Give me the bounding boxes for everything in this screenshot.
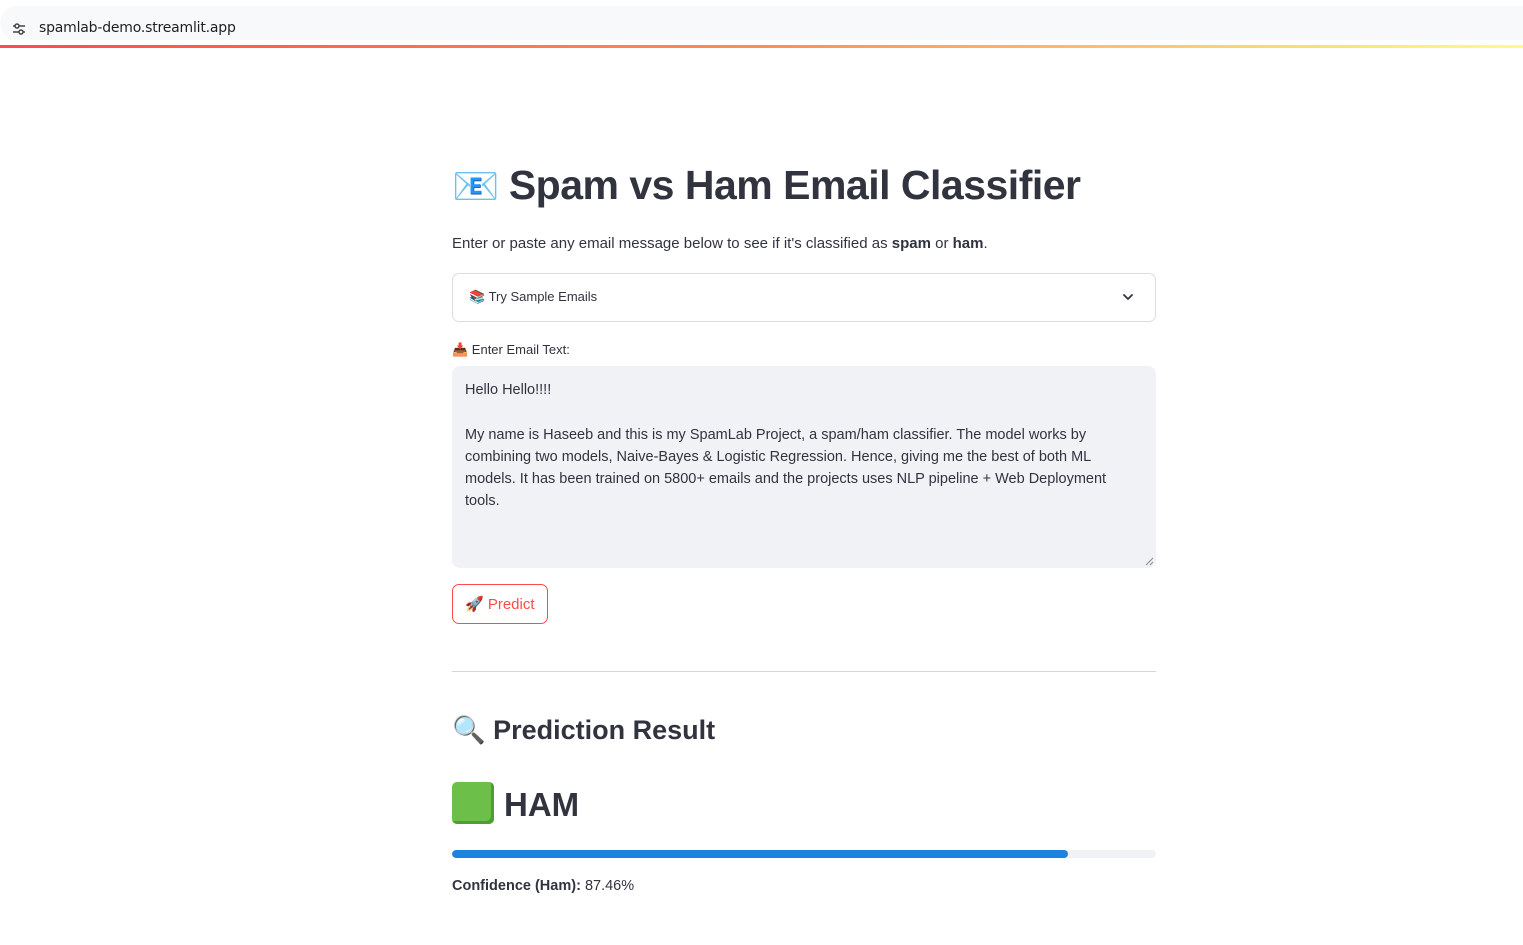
description-prefix: Enter or paste any email message below t… bbox=[452, 235, 892, 252]
confidence-text: Confidence (Ham): 87.46% bbox=[452, 878, 634, 894]
url-field[interactable]: spamlab-demo.streamlit.app bbox=[0, 6, 1523, 40]
page-title: 📧 Spam vs Ham Email Classifier bbox=[452, 162, 1081, 209]
page-description: Enter or paste any email message below t… bbox=[452, 235, 988, 252]
predict-button[interactable]: 🚀 Predict bbox=[452, 584, 548, 624]
email-text-area-container bbox=[452, 366, 1156, 568]
email-text-input[interactable] bbox=[452, 366, 1156, 568]
divider bbox=[452, 671, 1156, 672]
description-suffix: . bbox=[983, 235, 988, 252]
page-title-text: Spam vs Ham Email Classifier bbox=[508, 162, 1081, 208]
confidence-label: Confidence (Ham): bbox=[452, 878, 581, 894]
prediction-result-heading: 🔍 Prediction Result bbox=[452, 715, 716, 745]
sample-emails-expander[interactable]: 📚 Try Sample Emails bbox=[452, 273, 1156, 322]
confidence-progress-bar bbox=[452, 850, 1156, 858]
url-text[interactable]: spamlab-demo.streamlit.app bbox=[39, 20, 236, 36]
description-spam: spam bbox=[891, 235, 931, 252]
tune-icon[interactable] bbox=[11, 21, 27, 37]
description-or: or bbox=[930, 235, 953, 252]
prediction-label: HAM bbox=[452, 782, 579, 824]
description-ham: ham bbox=[952, 235, 984, 252]
sample-emails-label: 📚 Try Sample Emails bbox=[469, 289, 598, 304]
email-emoji-icon: 📧 bbox=[452, 166, 499, 208]
resize-handle-icon[interactable] bbox=[1145, 557, 1154, 566]
confidence-progress-fill bbox=[452, 850, 1068, 858]
green-square-icon bbox=[452, 782, 494, 824]
confidence-value: 87.46% bbox=[584, 878, 635, 894]
prediction-label-text: HAM bbox=[504, 786, 580, 823]
browser-address-bar: spamlab-demo.streamlit.app bbox=[0, 0, 1523, 46]
streamlit-decoration-bar bbox=[0, 45, 1523, 48]
chevron-down-icon bbox=[1123, 294, 1133, 300]
email-text-label: 📥 Enter Email Text: bbox=[452, 342, 570, 357]
